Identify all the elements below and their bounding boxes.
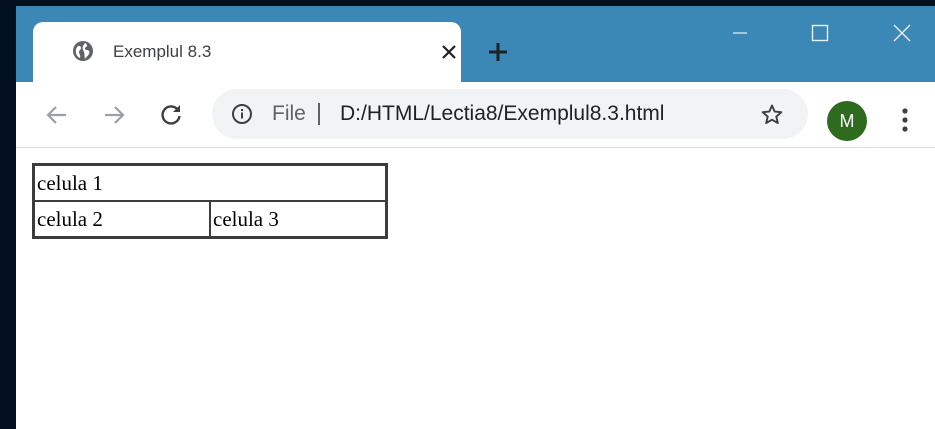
info-icon[interactable] — [231, 103, 253, 125]
maximize-icon[interactable] — [800, 18, 840, 48]
url-separator — [318, 103, 320, 125]
kebab-menu-icon[interactable] — [892, 100, 918, 140]
table-cell: celula 2 — [34, 201, 210, 237]
table-row: celula 2 celula 3 — [34, 201, 386, 237]
close-icon[interactable] — [882, 18, 922, 48]
browser-toolbar: File D:/HTML/Lectia8/Exemplul8.3.html M — [16, 82, 935, 148]
profile-avatar[interactable]: M — [827, 101, 867, 141]
tab-close-icon[interactable] — [435, 38, 463, 66]
title-bar: Exemplul 8.3 — [16, 6, 935, 82]
page-content: celula 1 celula 2 celula 3 — [16, 148, 935, 429]
forward-arrow-icon[interactable] — [97, 98, 131, 132]
back-arrow-icon[interactable] — [40, 98, 74, 132]
new-tab-plus-icon[interactable] — [484, 38, 512, 66]
url-scheme-label: File — [272, 102, 306, 125]
browser-window: Exemplul 8.3 File D:/HTML/Lectia8/Exempl… — [16, 6, 935, 429]
address-bar[interactable]: File D:/HTML/Lectia8/Exemplul8.3.html — [212, 89, 808, 139]
globe-icon — [71, 39, 95, 63]
browser-tab[interactable]: Exemplul 8.3 — [33, 22, 461, 82]
tab-title: Exemplul 8.3 — [113, 42, 212, 61]
table-cell-merged: celula 1 — [34, 165, 386, 201]
table-row: celula 1 — [34, 165, 386, 201]
star-icon[interactable] — [757, 100, 787, 130]
table-cell: celula 3 — [210, 201, 386, 237]
minimize-icon[interactable] — [720, 18, 760, 48]
demo-table: celula 1 celula 2 celula 3 — [32, 163, 388, 239]
reload-icon[interactable] — [154, 98, 188, 132]
url-text[interactable]: D:/HTML/Lectia8/Exemplul8.3.html — [340, 102, 664, 126]
